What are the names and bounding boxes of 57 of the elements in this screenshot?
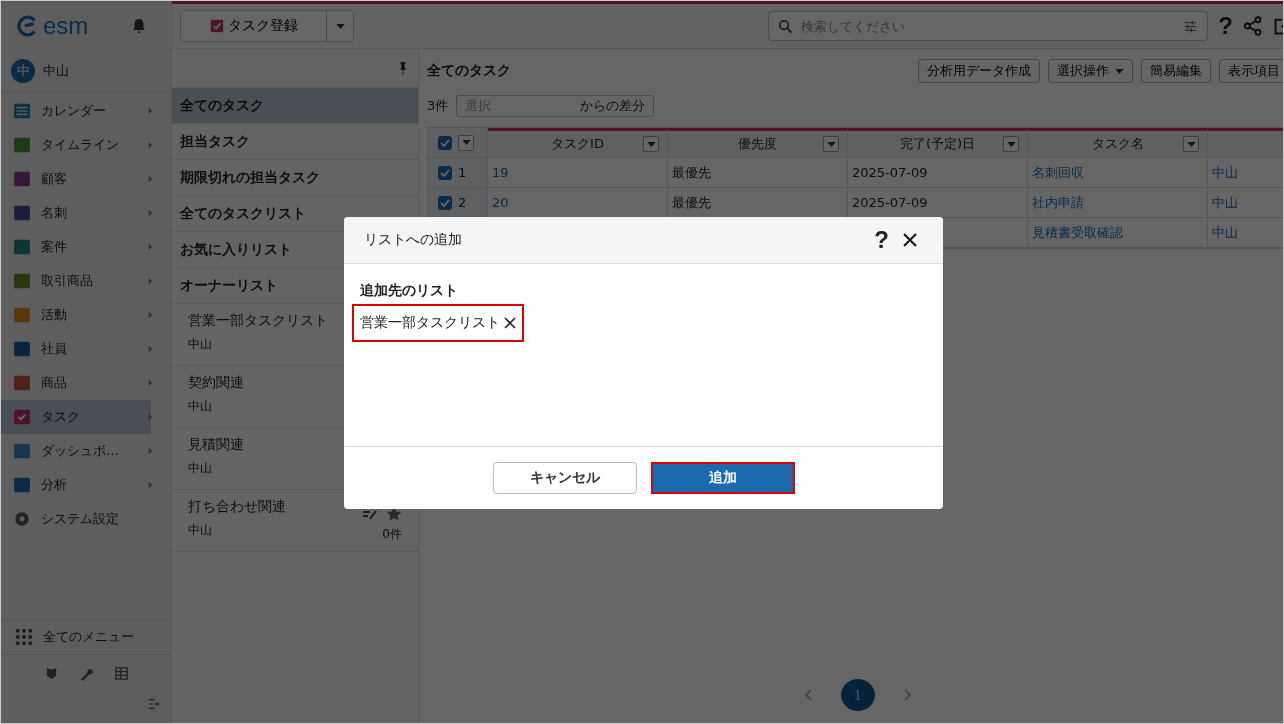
task-list-owner: 中山 bbox=[188, 398, 213, 415]
help-button[interactable]: ? bbox=[874, 226, 889, 254]
task-list-name[interactable]: 見積関連 bbox=[188, 436, 244, 454]
all-menu-item[interactable]: 全てのメニュー bbox=[1, 619, 171, 655]
column-header[interactable]: 完了(予定)日 bbox=[848, 128, 1028, 158]
row-number: 1 bbox=[458, 165, 467, 180]
action-button[interactable]: 分析用データ作成 bbox=[918, 59, 1040, 83]
sidebar-item[interactable]: タスク bbox=[1, 400, 151, 434]
page-button[interactable]: 1 bbox=[841, 679, 875, 711]
sidebar-item[interactable]: 顧客 bbox=[1, 162, 151, 196]
row-number: 2 bbox=[458, 195, 467, 210]
item-count: 0件 bbox=[382, 526, 402, 543]
create-task-button[interactable]: タスク登録 bbox=[181, 11, 327, 41]
cancel-button[interactable]: キャンセル bbox=[492, 462, 637, 494]
sidebar-item[interactable]: カレンダー bbox=[1, 94, 151, 128]
page-title: 全てのタスク bbox=[427, 62, 511, 80]
help-button[interactable]: ? bbox=[1218, 12, 1233, 40]
task-list-owner: 中山 bbox=[188, 522, 213, 539]
sidebar-item[interactable]: 商品 bbox=[1, 366, 151, 400]
table-cell[interactable]: 中山 bbox=[1208, 188, 1283, 218]
sidebar-item[interactable]: 社員 bbox=[1, 332, 151, 366]
column-header[interactable]: タスクID bbox=[488, 128, 668, 158]
task-list-owner: 中山 bbox=[188, 336, 213, 353]
user-avatar[interactable]: 中 bbox=[11, 59, 35, 83]
table-cell: 2025-07-09 bbox=[848, 158, 1028, 188]
task-list-name[interactable]: 営業一部タスクリスト bbox=[188, 312, 328, 330]
add-button[interactable]: 追加 bbox=[650, 462, 795, 494]
sidebar-item[interactable]: ダッシュボ… bbox=[1, 434, 151, 468]
column-header[interactable]: タスク名 bbox=[1028, 128, 1208, 158]
task-list-owner: 中山 bbox=[188, 460, 213, 477]
list-view-item[interactable]: 期限切れの担当タスク bbox=[172, 160, 418, 196]
table-cell[interactable]: 19 bbox=[488, 158, 668, 188]
table-cell[interactable]: 中山 bbox=[1208, 218, 1283, 248]
column-header[interactable]: 優先度 bbox=[668, 128, 848, 158]
sidebar-item[interactable]: 取引商品 bbox=[1, 264, 151, 298]
sidebar-item[interactable]: 活動 bbox=[1, 298, 151, 332]
table-cell[interactable]: 見積書受取確認 bbox=[1028, 218, 1208, 248]
sidebar-item[interactable]: 分析 bbox=[1, 468, 151, 502]
user-name: 中山 bbox=[43, 62, 69, 80]
table-cell[interactable]: 中山 bbox=[1208, 158, 1283, 188]
table-cell: 最優先 bbox=[668, 158, 848, 188]
table-cell[interactable]: 名刺回収 bbox=[1028, 158, 1208, 188]
sidebar-item[interactable]: 案件 bbox=[1, 230, 151, 264]
action-button[interactable]: 表示項目 bbox=[1219, 59, 1283, 83]
sidebar-item[interactable]: タイムライン bbox=[1, 128, 151, 162]
list-view-item[interactable]: 全てのタスク bbox=[172, 88, 418, 124]
list-view-item[interactable]: 担当タスク bbox=[172, 124, 418, 160]
sidebar-item[interactable]: システム設定 bbox=[1, 502, 151, 536]
task-list-name[interactable]: 打ち合わせ関連 bbox=[188, 498, 286, 516]
action-button[interactable]: 選択操作 bbox=[1048, 59, 1133, 83]
app-logo: esm bbox=[17, 12, 89, 40]
record-count: 3件 bbox=[427, 97, 449, 115]
sidebar-item[interactable]: 名刺 bbox=[1, 196, 151, 230]
tag-label: 営業一部タスクリスト bbox=[360, 314, 500, 332]
table-cell[interactable]: 社内申請 bbox=[1028, 188, 1208, 218]
action-button[interactable]: 簡易編集 bbox=[1141, 59, 1211, 83]
task-list-name[interactable]: 契約関連 bbox=[188, 374, 244, 392]
